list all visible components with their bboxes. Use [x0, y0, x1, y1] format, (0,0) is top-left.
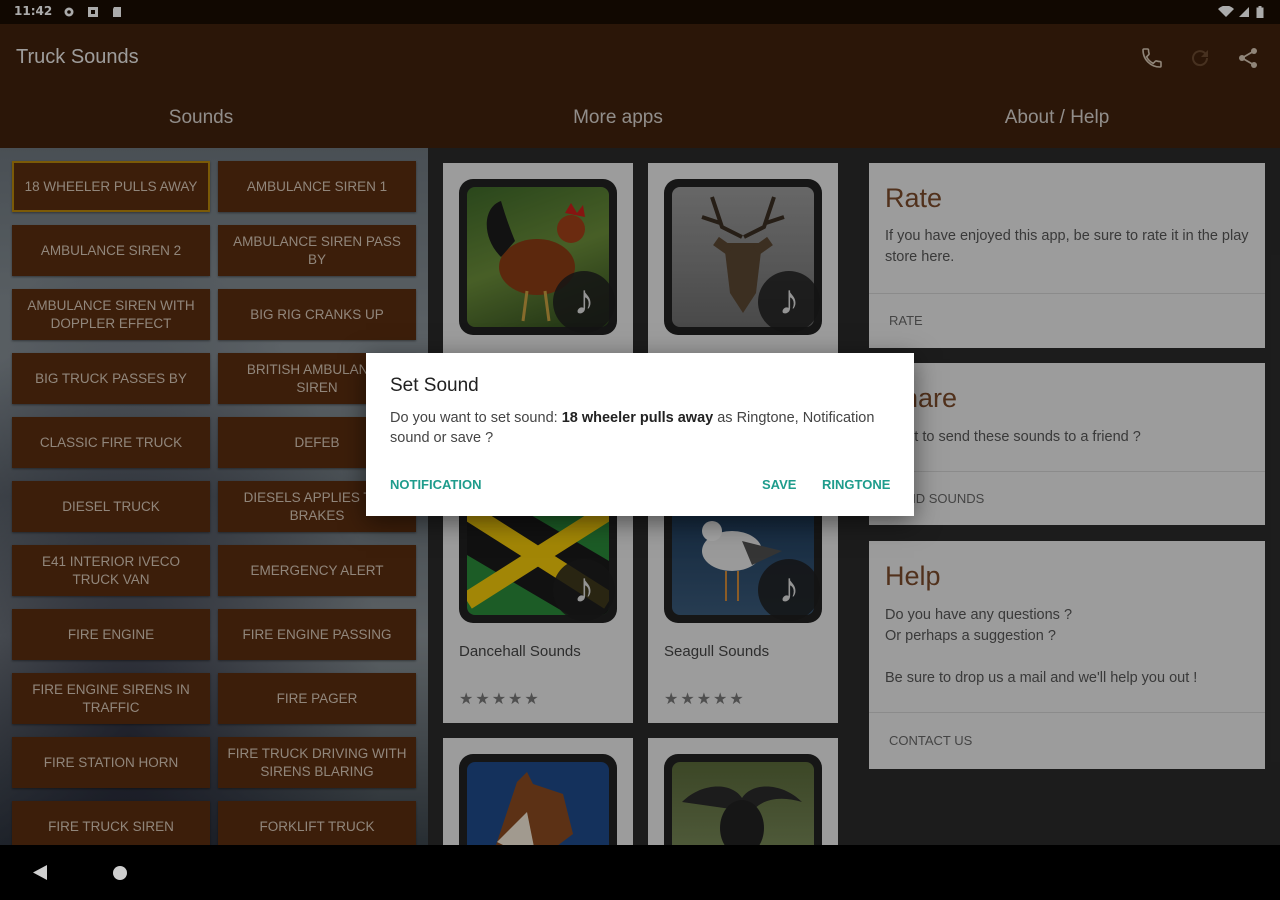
- set-sound-dialog: Set Sound Do you want to set sound: 18 w…: [366, 353, 914, 516]
- navigation-bar: [0, 845, 1280, 900]
- ringtone-button[interactable]: Ringtone: [822, 477, 890, 492]
- dialog-title: Set Sound: [390, 375, 479, 396]
- notification-button[interactable]: Notification: [390, 477, 481, 492]
- dialog-message-prefix: Do you want to set sound:: [390, 410, 562, 426]
- save-button[interactable]: Save: [762, 477, 796, 492]
- home-icon[interactable]: [112, 865, 128, 881]
- dialog-sound-name: 18 wheeler pulls away: [561, 410, 714, 426]
- back-icon[interactable]: [32, 864, 48, 881]
- dialog-message: Do you want to set sound: 18 wheeler pul…: [390, 408, 890, 448]
